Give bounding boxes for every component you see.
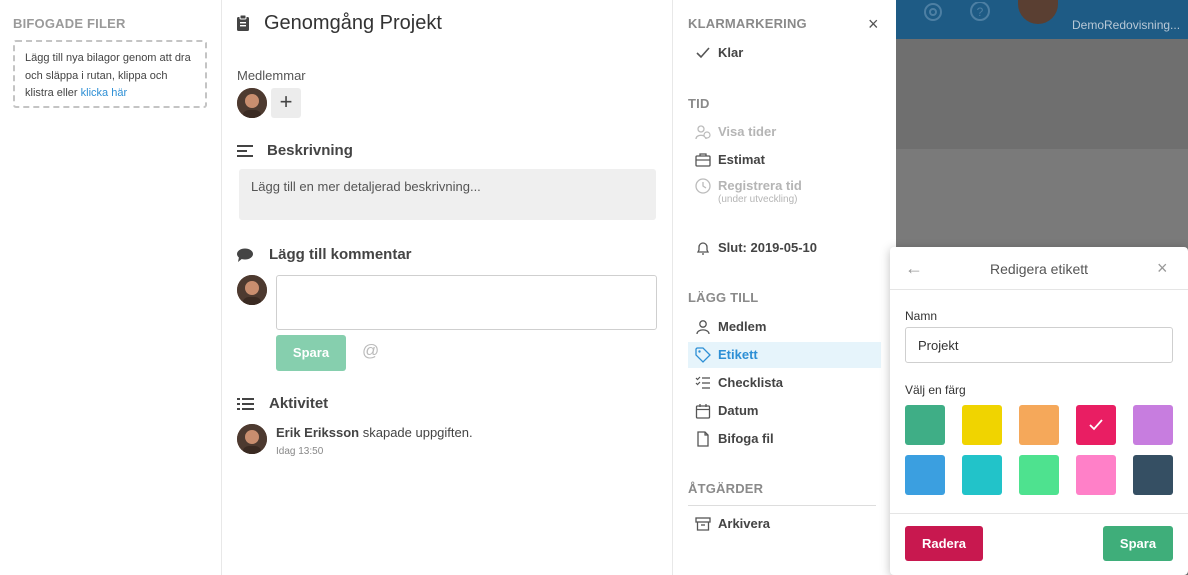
help-icon: ? [970,2,990,21]
color-label: Välj en färg [905,383,966,397]
archive-icon [695,517,711,531]
section-klarmarkering: KLARMARKERING [688,16,807,31]
sidebar-item-label: Datum [718,403,759,418]
attachments-title: BIFOGADE FILER [13,16,126,31]
activity-action: skapade uppgiften. [362,425,473,440]
briefcase-icon [695,153,711,167]
popover-title: Redigera etikett [989,261,1089,277]
sidebar-item-label: Medlem [718,319,767,334]
section-atgarder: ÅTGÄRDER [688,481,764,496]
card-sidebar: KLARMARKERING × Klar TID Visa tider Esti… [673,0,896,575]
label-name-input[interactable] [905,327,1173,363]
user-clock-icon [695,125,711,140]
comment-save-button[interactable]: Spara [276,335,346,371]
sidebar-item-label: Slut: 2019-05-10 [718,240,817,255]
sidebar-item-slut[interactable]: Slut: 2019-05-10 [688,235,881,261]
comment-input[interactable] [276,275,657,330]
gear-icon [924,3,942,21]
background-user-name: DemoRedovisning... [1072,18,1181,32]
clock-icon [695,178,711,194]
section-lagg-till: LÄGG TILL [688,290,759,305]
name-label: Namn [905,309,938,323]
avatar [237,275,267,305]
avatar[interactable] [237,88,267,118]
checklist-icon [695,376,710,389]
color-swatch[interactable] [1076,405,1116,445]
color-swatch[interactable] [1076,455,1116,495]
save-button[interactable]: Spara [1103,526,1173,561]
attachment-drop-zone[interactable]: Lägg till nya bilagor genom att dra och … [13,40,207,108]
sidebar-item-datum[interactable]: Datum [688,398,881,424]
file-icon [697,431,709,447]
sidebar-item-label: Etikett [718,347,758,362]
sidebar-item-estimat[interactable]: Estimat [688,147,881,173]
calendar-icon [695,404,711,419]
attachments-panel: BIFOGADE FILER Lägg till nya bilagor gen… [0,0,222,575]
check-icon [696,47,710,59]
card-detail: Genomgång Projekt Medlemmar + Beskrivnin… [222,0,673,575]
close-icon[interactable]: × [1157,258,1168,279]
divider [688,505,876,506]
avatar [237,424,267,454]
color-swatch[interactable] [1019,405,1059,445]
comment-heading: Lägg till kommentar [269,246,412,263]
members-label: Medlemmar [237,68,306,83]
activity-time: Idag 13:50 [276,446,324,457]
activity-item: Erik Eriksson skapade uppgiften. [276,425,473,440]
bell-icon [696,242,710,255]
sidebar-item-etikett[interactable]: Etikett [688,342,881,368]
card-title[interactable]: Genomgång Projekt [264,12,442,35]
popover-header: ← Redigera etikett × [890,247,1188,290]
clipboard-icon [237,14,249,31]
delete-button[interactable]: Radera [905,526,983,561]
sidebar-item-label: Estimat [718,152,765,167]
background-band [896,39,1188,149]
add-member-button[interactable]: + [271,88,301,118]
section-tid: TID [688,96,710,111]
sidebar-item-label: Registrera tid [718,178,802,193]
sidebar-item-label: Checklista [718,375,784,390]
svg-text:?: ? [977,5,984,19]
activity-heading: Aktivitet [269,395,329,412]
color-swatch[interactable] [905,405,945,445]
color-swatch[interactable] [962,455,1002,495]
activity-list-icon [237,398,254,410]
edit-label-popover: ← Redigera etikett × Namn Välj en färg R… [890,247,1188,575]
sidebar-item-label: Arkivera [718,516,771,531]
user-icon [696,320,710,335]
sidebar-item-medlem[interactable]: Medlem [688,314,881,340]
color-swatch[interactable] [1019,455,1059,495]
mention-icon[interactable]: @ [362,341,379,361]
description-input[interactable]: Lägg till en mer detaljerad beskrivning.… [239,169,656,220]
sidebar-item-label: Klar [718,45,744,60]
check-icon [1076,405,1116,445]
color-swatch[interactable] [905,455,945,495]
color-swatch[interactable] [962,405,1002,445]
sidebar-item-label: Visa tider [718,124,777,139]
activity-user: Erik Eriksson [276,425,360,440]
color-swatch[interactable] [1133,455,1173,495]
avatar [1018,0,1058,24]
sidebar-item-visa-tider[interactable]: Visa tider [688,119,881,145]
color-swatch[interactable] [1133,405,1173,445]
sidebar-item-klar[interactable]: Klar [688,40,881,66]
sidebar-item-label: Bifoga fil [718,431,774,446]
click-here-link[interactable]: klicka här [81,87,127,99]
background-header: ? DemoRedovisning... [896,0,1188,39]
description-heading: Beskrivning [267,142,353,159]
sidebar-item-bifoga-fil[interactable]: Bifoga fil [688,426,881,452]
close-icon[interactable]: × [868,14,879,35]
sidebar-item-checklista[interactable]: Checklista [688,370,881,396]
comment-icon [237,248,253,262]
tag-icon [695,347,711,363]
description-icon [237,145,253,157]
sidebar-item-arkivera[interactable]: Arkivera [688,511,881,537]
registrera-tid-subtext: (under utveckling) [718,194,798,205]
